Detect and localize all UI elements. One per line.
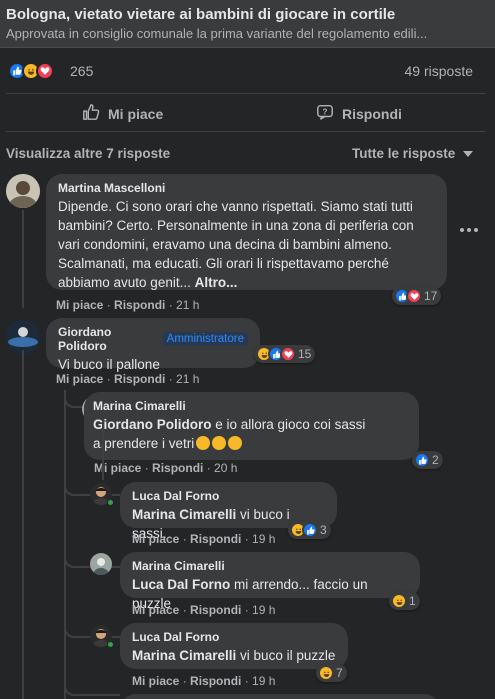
haha-reaction-icon [318,665,334,681]
comment-author[interactable]: Luca Dal Forno [132,489,325,503]
love-reaction-icon [406,288,422,304]
comment-like-link[interactable]: Mi piace [132,532,179,546]
comment-time[interactable]: 19 h [252,674,275,688]
more-options-icon[interactable] [460,228,478,232]
comment-time[interactable]: 21 h [176,298,199,312]
divider [6,93,486,94]
reaction-count: 2 [432,453,439,467]
thread-curve [64,684,120,696]
comment-author[interactable]: Martina Mascelloni [58,181,435,195]
comment-time[interactable]: 21 h [176,372,199,386]
comment-text: Marina Cimarelli vi buco il puzzle [132,648,336,663]
chevron-down-icon [463,146,474,161]
comment-reactions[interactable]: 1 [389,592,420,610]
mention-link[interactable]: Giordano Polidoro [93,417,212,432]
divider [6,131,486,132]
comment-reactions[interactable]: 2 [412,451,443,469]
link-preview-title[interactable]: Bologna, vietato vietare ai bambini di g… [6,6,395,23]
reaction-count: 3 [320,523,327,537]
comment-bubble [120,694,440,699]
reaction-count: 1 [409,594,416,608]
reaction-count: 15 [298,347,312,361]
mention-link[interactable]: Luca Dal Forno [132,577,230,592]
see-more-link[interactable]: Altro... [195,275,238,290]
comment-text: Dipende. Ci sono orari che vanno rispett… [58,199,414,290]
reply-button[interactable]: ? Rispondi [316,103,402,124]
post-replies-count[interactable]: 49 risposte [405,63,473,79]
comment-like-link[interactable]: Mi piace [132,674,179,688]
link-preview[interactable]: Bologna, vietato vietare ai bambini di g… [0,0,495,48]
comment-meta: Mi piace · Rispondi · 21 h [56,298,200,312]
emoji-icon [228,436,243,450]
comment-text: Giordano Polidoro e io allora gioco coi … [93,417,366,451]
thread-curve [64,392,84,408]
comment-reactions[interactable]: 3 [288,521,331,539]
reply-button-label: Rispondi [342,105,402,122]
haha-reaction-icon [391,593,407,609]
comment-reply-link[interactable]: Rispondi [190,532,241,546]
comment-like-link[interactable]: Mi piace [56,298,103,312]
love-reaction-icon [36,62,54,80]
comment-author[interactable]: Marina Cimarelli [93,399,407,413]
comment-reactions[interactable]: 17 [392,287,442,305]
like-button[interactable]: Mi piace [82,103,163,124]
admin-badge: Amministratore [162,332,248,346]
emoji-icon [196,436,211,450]
comment-bubble: Marina Cimarelli Luca Dal Forno mi arren… [120,552,420,611]
post-reactions[interactable] [8,62,54,80]
filter-label: Tutte le risposte [352,146,456,161]
comment-bubble: Martina Mascelloni Dipende. Ci sono orar… [46,174,447,290]
comment-reactions[interactable]: 15 [254,345,316,363]
avatar[interactable] [90,553,112,575]
comment-meta: Mi piace · Rispondi · 19 h [132,674,276,688]
link-preview-subtitle: Approvata in consiglio comunale la prima… [6,26,428,41]
post-reaction-count[interactable]: 265 [70,63,93,79]
avatar[interactable] [6,320,40,354]
comment-author[interactable]: Giordano Polidoro Amministratore [58,325,248,353]
view-more-replies-link[interactable]: Visualizza altre 7 risposte [6,146,170,161]
thumbs-up-icon [82,103,100,124]
comment-reply-link[interactable]: Rispondi [114,372,165,386]
mention-link[interactable]: Marina Cimarelli [132,648,236,663]
comment-meta: Mi piace · Rispondi · 19 h [132,532,276,546]
comment-like-link[interactable]: Mi piace [56,372,103,386]
like-reaction-icon [302,522,318,538]
comment-time[interactable]: 20 h [214,461,237,475]
online-status-icon [107,499,114,506]
comment-author[interactable]: Luca Dal Forno [132,630,336,644]
comment-meta: Mi piace · Rispondi · 21 h [56,372,200,386]
comment-time[interactable]: 19 h [252,603,275,617]
comment-bubble: Marina Cimarelli Giordano Polidoro e io … [84,392,419,460]
filter-replies-dropdown[interactable]: Tutte le risposte [352,146,474,161]
emoji-icon [212,436,227,450]
thread-line [22,350,24,699]
comment-time[interactable]: 19 h [252,532,275,546]
reaction-count: 7 [336,666,343,680]
avatar[interactable] [6,174,40,208]
svg-text:?: ? [323,107,328,116]
comment-meta: Mi piace · Rispondi · 19 h [132,603,276,617]
comment-reply-link[interactable]: Rispondi [190,603,241,617]
love-reaction-icon [280,346,296,362]
comment-author[interactable]: Marina Cimarelli [132,559,408,573]
comment-icon: ? [316,103,334,124]
comment-reply-link[interactable]: Rispondi [114,298,165,312]
like-button-label: Mi piace [108,105,164,122]
comment-bubble: Giordano Polidoro Amministratore Vi buco … [46,318,260,372]
comment-reply-link[interactable]: Rispondi [190,674,241,688]
mention-link[interactable]: Marina Cimarelli [132,507,236,522]
thread-line [22,210,24,308]
comment-bubble: Luca Dal Forno Marina Cimarelli vi buco … [120,623,348,669]
comment-like-link[interactable]: Mi piace [132,603,179,617]
comment-reply-link[interactable]: Rispondi [152,461,203,475]
online-status-icon [107,641,114,648]
comment-reactions[interactable]: 7 [316,664,347,682]
reaction-count: 17 [424,289,438,303]
like-reaction-icon [414,452,430,468]
